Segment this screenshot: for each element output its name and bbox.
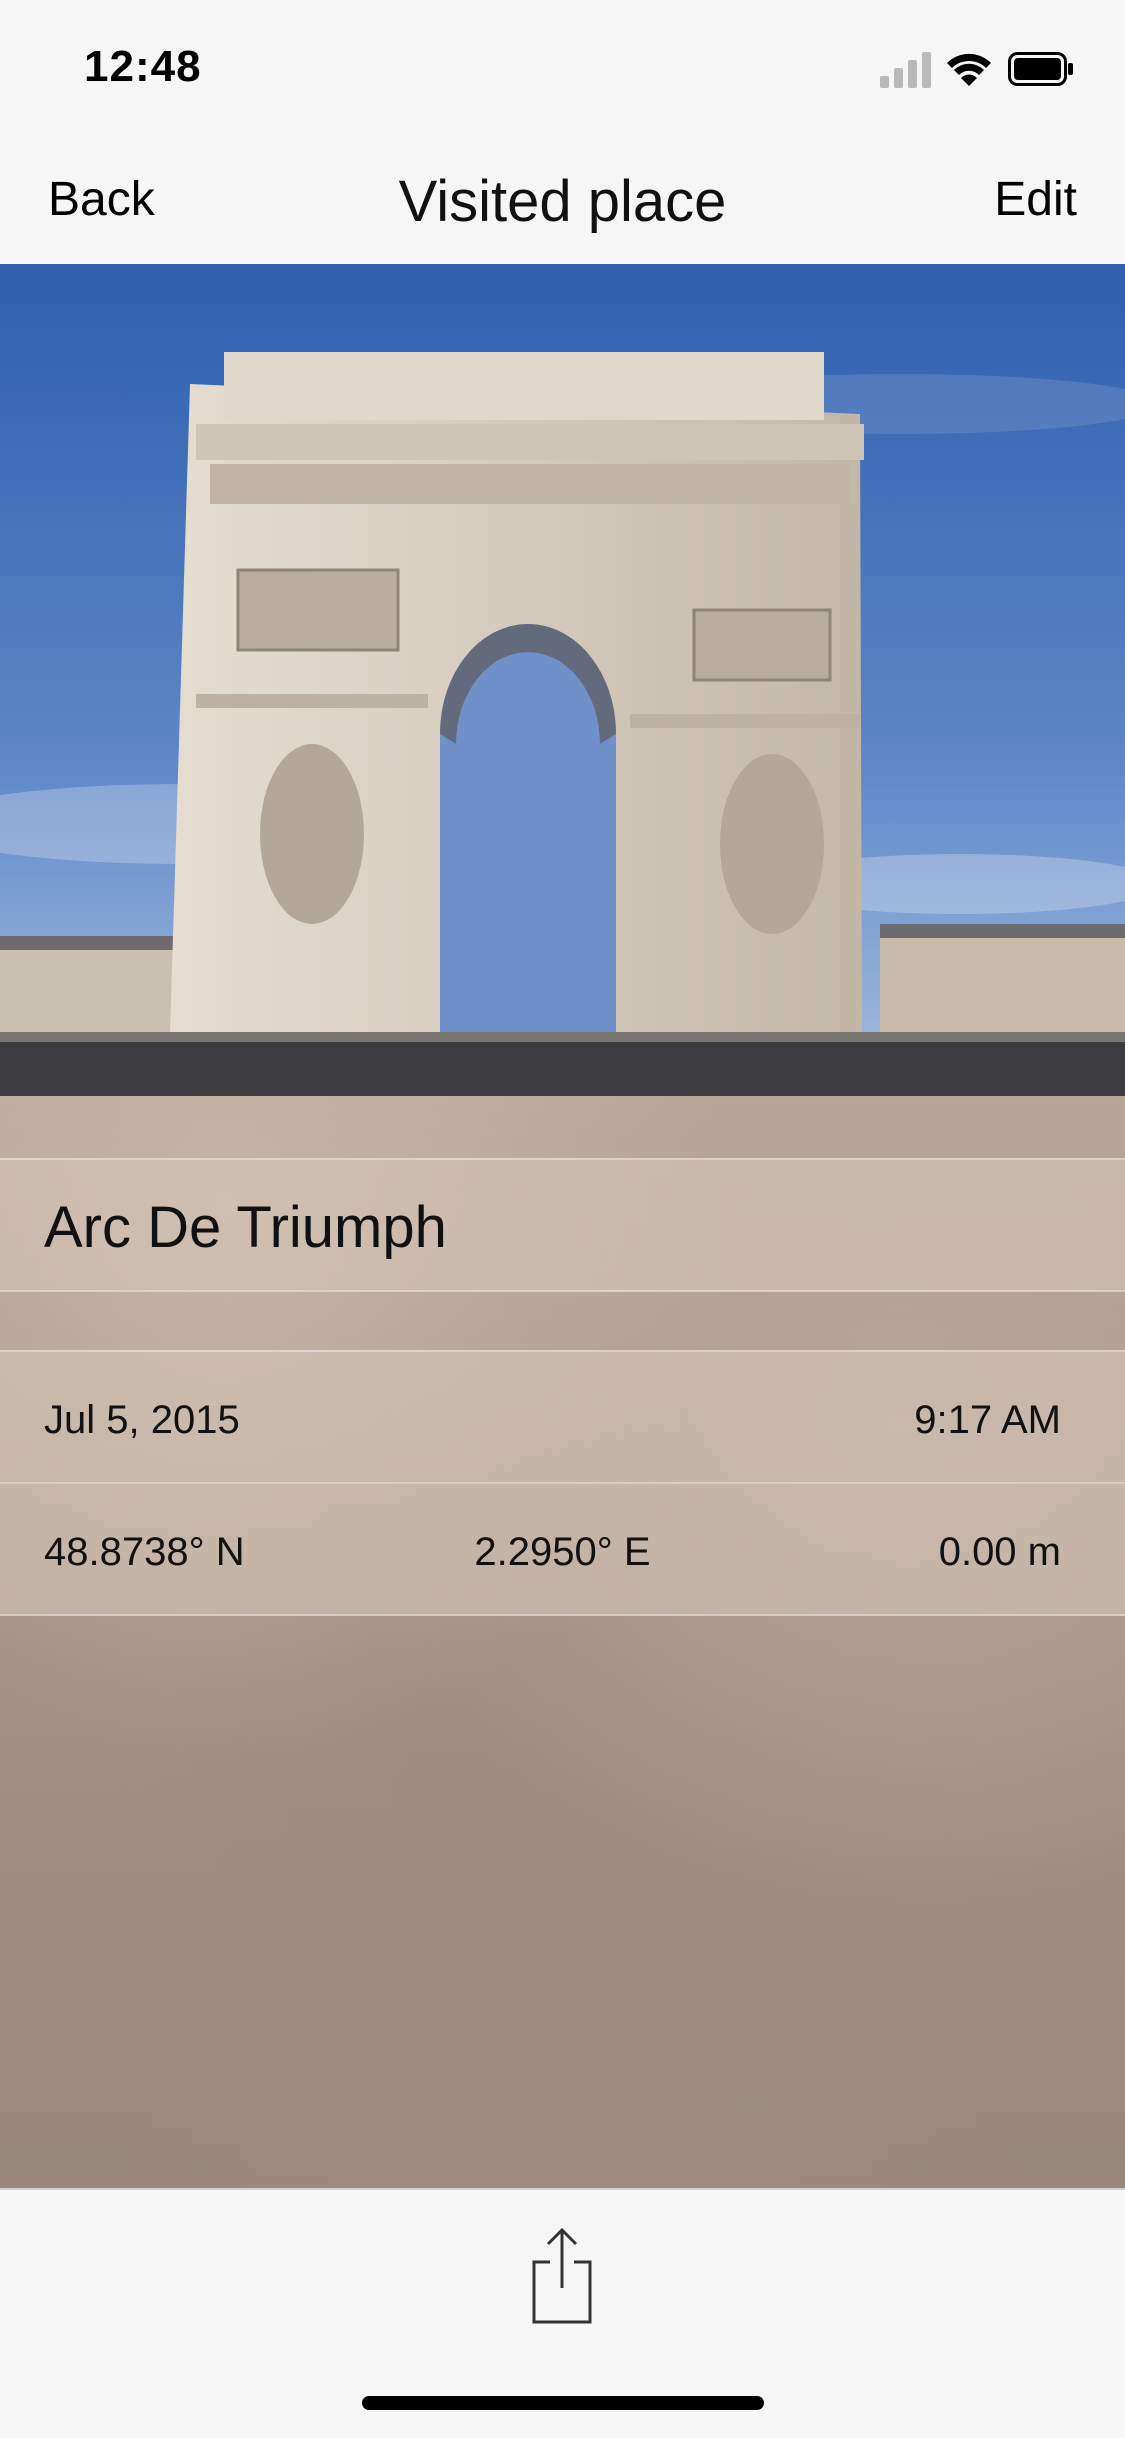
- visit-time: 9:17 AM: [914, 1398, 1061, 1442]
- page-title: Visited place: [398, 169, 727, 234]
- wifi-icon: [947, 53, 991, 86]
- coordinates-row: 48.8738° N 2.2950° E 0.00 m: [0, 1482, 1125, 1616]
- place-name: Arc De Triumph: [44, 1195, 447, 1260]
- place-photo: [0, 264, 1125, 1096]
- share-icon[interactable]: [522, 2226, 602, 2326]
- place-name-row[interactable]: Arc De Triumph: [0, 1158, 1125, 1292]
- edit-button[interactable]: Edit: [994, 172, 1077, 227]
- date-time-row: Jul 5, 2015 9:17 AM: [0, 1350, 1125, 1482]
- arc-de-triomphe-image: [0, 264, 1125, 1096]
- visit-date: Jul 5, 2015: [44, 1398, 240, 1442]
- status-time: 12:48: [84, 42, 202, 91]
- battery-icon: [1008, 52, 1073, 86]
- navigation-header: 12:48 Back Visited place Edit: [0, 0, 1125, 266]
- cellular-signal-icon: [880, 52, 932, 88]
- back-button[interactable]: Back: [48, 172, 155, 227]
- altitude: 0.00 m: [938, 1530, 1061, 1574]
- home-indicator[interactable]: [362, 2396, 764, 2410]
